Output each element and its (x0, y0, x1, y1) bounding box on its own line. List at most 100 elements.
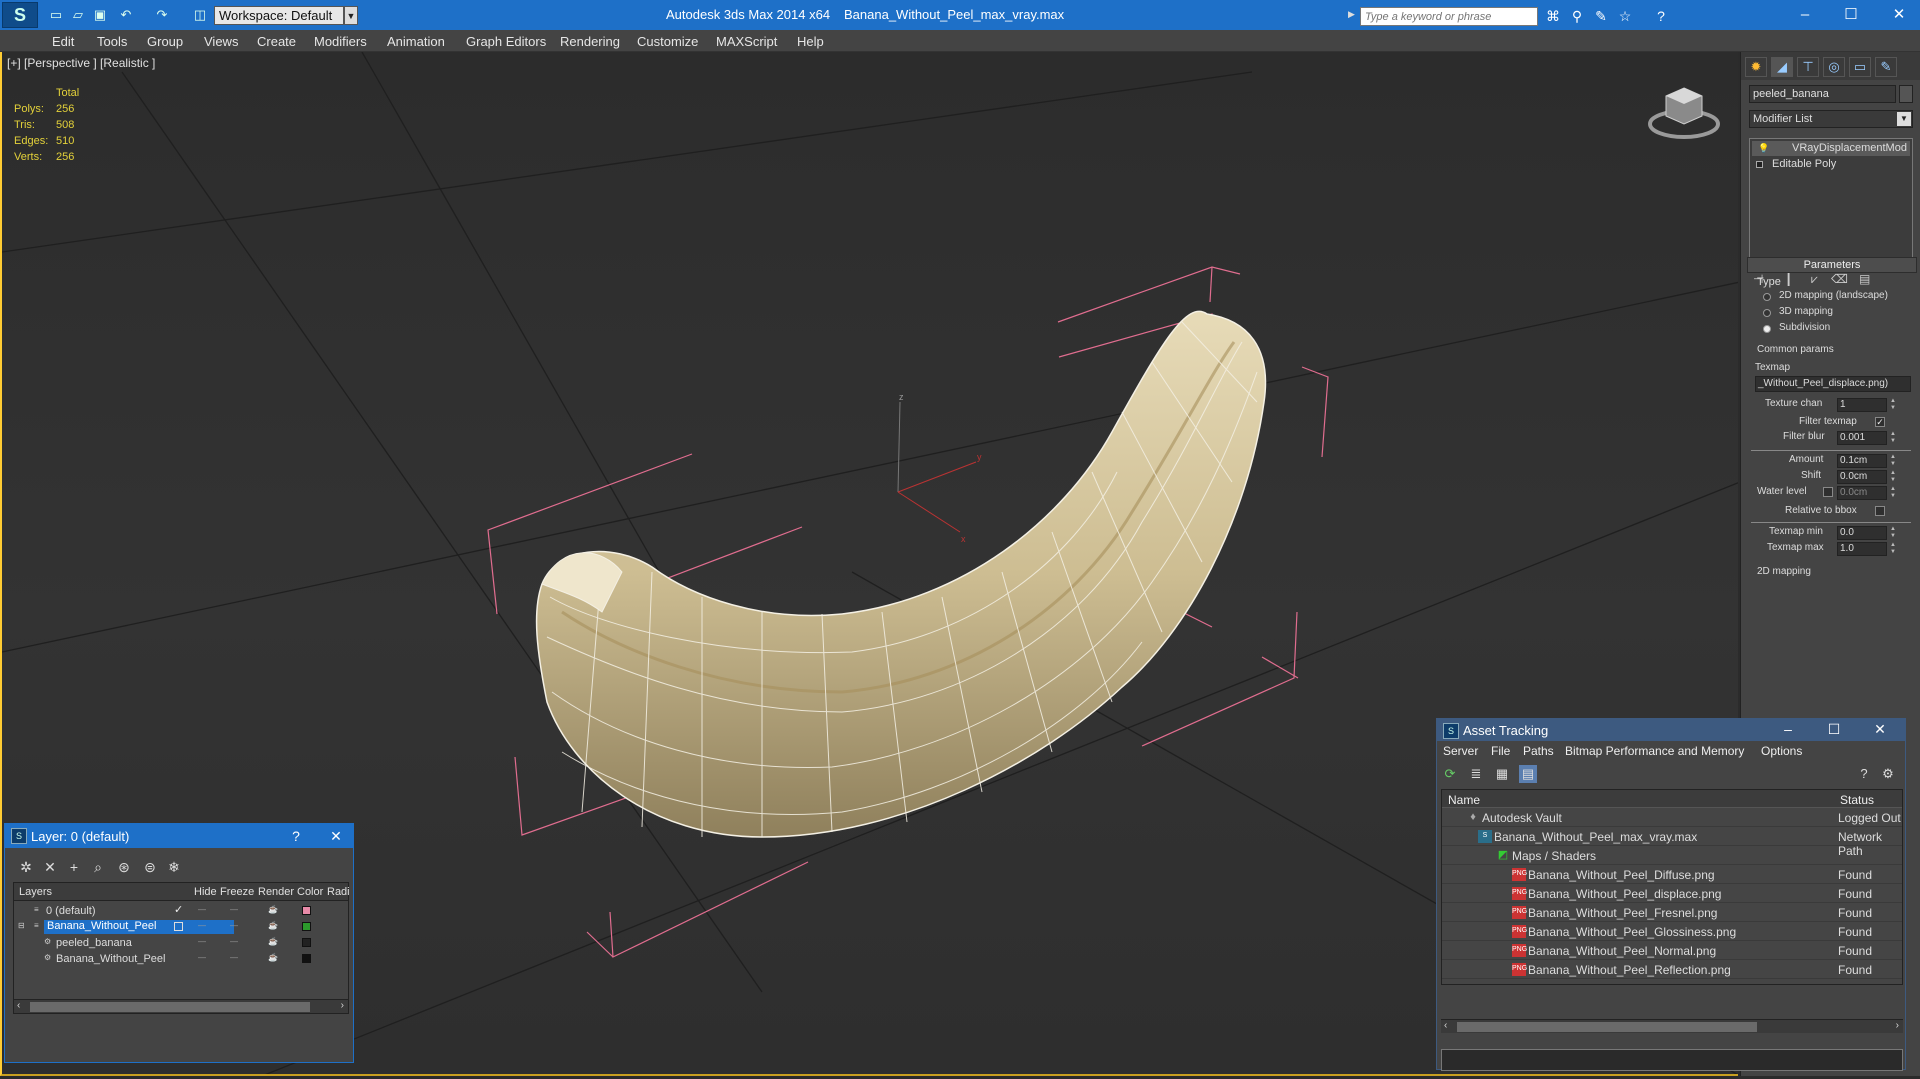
col-freeze[interactable]: Freeze (220, 886, 254, 898)
col-radiosity[interactable]: Radi (327, 886, 350, 898)
horizontal-scrollbar[interactable]: ‹ › (1441, 1019, 1903, 1033)
render-teapot-icon[interactable]: ☕ (268, 953, 278, 962)
scrollbar-thumb[interactable] (30, 1002, 310, 1012)
save-icon[interactable]: ▣ (92, 7, 108, 23)
display-icon[interactable]: ▭ (1849, 57, 1871, 77)
texmap-max-field[interactable]: 1.0 (1837, 542, 1887, 556)
layer-dialog-titlebar[interactable]: S Layer: 0 (default) ? ✕ (5, 824, 353, 848)
radio-3d-mapping[interactable] (1763, 309, 1771, 317)
favorites-icon[interactable]: ☆ (1616, 7, 1634, 25)
texmap-min-field[interactable]: 0.0 (1837, 526, 1887, 540)
col-render[interactable]: Render (258, 886, 294, 898)
create-icon[interactable]: ✹ (1745, 57, 1767, 77)
search-expand-icon[interactable]: ▶ (1348, 9, 1355, 20)
menu-maxscript[interactable]: MAXScript (716, 34, 777, 49)
menu-views[interactable]: Views (204, 34, 238, 49)
asset-row[interactable]: PNG Banana_Without_Peel_Fresnel.png Foun… (1442, 903, 1902, 922)
hide-toggle[interactable]: — (198, 937, 206, 946)
texmap-button[interactable]: _Without_Peel_displace.png) (1755, 376, 1911, 392)
configure-modifier-sets-icon[interactable]: ▤ (1859, 272, 1870, 286)
motion-icon[interactable]: ◎ (1823, 57, 1845, 77)
help-icon[interactable]: ? (1652, 7, 1670, 25)
help-icon[interactable]: ? (1855, 765, 1873, 783)
menu-server[interactable]: Server (1443, 744, 1478, 758)
settings-icon[interactable]: ⚙ (1879, 765, 1897, 783)
redo-icon[interactable]: ↷ (154, 7, 170, 23)
minimize-button[interactable]: – (1790, 4, 1820, 26)
open-file-icon[interactable]: ▱ (70, 7, 86, 23)
maximize-button[interactable]: ☐ (1836, 4, 1866, 26)
stack-item-editable-poly[interactable]: Editable Poly (1752, 157, 1910, 172)
menu-file[interactable]: File (1491, 744, 1510, 758)
close-button[interactable]: ✕ (325, 826, 347, 846)
peeled-banana-mesh[interactable] (535, 310, 1267, 838)
menu-help[interactable]: Help (797, 34, 824, 49)
asset-row[interactable]: PNG Banana_Without_Peel_displace.png Fou… (1442, 884, 1902, 903)
asset-row[interactable]: ◩ Maps / Shaders (1442, 846, 1902, 865)
amount-spinner[interactable]: ▲ ▼ (1889, 454, 1897, 468)
make-unique-icon[interactable]: ⩗ (1811, 272, 1818, 287)
menu-create[interactable]: Create (257, 34, 296, 49)
app-logo-icon[interactable]: S (2, 2, 38, 28)
asset-row[interactable]: PNG Banana_Without_Peel_Diffuse.png Foun… (1442, 865, 1902, 884)
asset-row[interactable]: PNG Banana_Without_Peel_Reflection.png F… (1442, 960, 1902, 979)
undo-icon[interactable]: ↶ (118, 7, 134, 23)
texmap-max-spinner[interactable]: ▲ ▼ (1889, 542, 1897, 556)
freeze-toggle[interactable]: — (230, 905, 238, 914)
scroll-left-icon[interactable]: ‹ (17, 1000, 20, 1011)
parameters-rollout[interactable]: Parameters (1747, 257, 1917, 273)
select-objects-icon[interactable]: ⌕ (89, 858, 107, 876)
detail-view-icon[interactable]: ▦ (1493, 765, 1511, 783)
object-color-swatch[interactable] (302, 954, 311, 963)
render-teapot-icon[interactable]: ☕ (268, 937, 278, 946)
current-layer-box[interactable] (174, 922, 183, 931)
menu-customize[interactable]: Customize (637, 34, 698, 49)
refresh-icon[interactable]: ⟳ (1441, 765, 1459, 783)
hide-toggle[interactable]: — (198, 921, 206, 930)
utilities-icon[interactable]: ✎ (1875, 57, 1897, 77)
viewport-label[interactable]: [+] [Perspective ] [Realistic ] (7, 56, 155, 70)
col-status[interactable]: Status (1840, 793, 1874, 807)
shift-spinner[interactable]: ▲ ▼ (1889, 470, 1897, 484)
hide-toggle[interactable]: — (198, 953, 206, 962)
menu-edit[interactable]: Edit (52, 34, 74, 49)
modifier-list-dropdown[interactable]: Modifier List ▼ (1749, 110, 1913, 128)
delete-layer-icon[interactable]: ✕ (41, 858, 59, 876)
radio-2d-mapping[interactable] (1763, 293, 1771, 301)
col-layers[interactable]: Layers (19, 886, 52, 898)
water-level-spinner[interactable]: ▲ ▼ (1889, 486, 1897, 500)
horizontal-scrollbar[interactable]: ‹ › (14, 999, 348, 1013)
close-button[interactable]: ✕ (1869, 719, 1891, 739)
menu-modifiers[interactable]: Modifiers (314, 34, 367, 49)
object-row[interactable]: ⚙ Banana_Without_Peel — — ☕ (14, 951, 348, 967)
communication-icon[interactable]: ✎ (1592, 7, 1610, 25)
freeze-all-layers-icon[interactable]: ❄ (165, 858, 183, 876)
asset-row[interactable]: PNG Banana_Without_Peel_Glossiness.png F… (1442, 922, 1902, 941)
search-icon[interactable]: ⚲ (1568, 7, 1586, 25)
texmap-min-spinner[interactable]: ▲ ▼ (1889, 526, 1897, 540)
col-color[interactable]: Color (297, 886, 323, 898)
scrollbar-thumb[interactable] (1457, 1022, 1757, 1032)
list-view-icon[interactable]: ≣ (1467, 765, 1485, 783)
minimize-button[interactable]: – (1777, 719, 1799, 739)
new-file-icon[interactable]: ▭ (48, 7, 64, 23)
help-button[interactable]: ? (285, 826, 307, 846)
hide-toggle[interactable]: — (198, 905, 206, 914)
amount-field[interactable]: 0.1cm (1837, 454, 1887, 468)
table-view-icon[interactable]: ▤ (1519, 765, 1537, 783)
search-input[interactable] (1360, 7, 1538, 26)
filter-blur-spinner[interactable]: ▲ ▼ (1889, 431, 1897, 445)
menu-group[interactable]: Group (147, 34, 183, 49)
project-folder-icon[interactable]: ◫ (192, 7, 208, 23)
create-layer-icon[interactable]: ✲ (17, 858, 35, 876)
asset-row[interactable]: ♦ Autodesk Vault Logged Out (1442, 808, 1902, 827)
asset-path-field[interactable] (1441, 1049, 1903, 1071)
layer-row[interactable]: ≡ 0 (default) ✓ — — ☕ (14, 903, 348, 919)
expand-icon[interactable] (1756, 161, 1763, 168)
hide-all-layers-icon[interactable]: ⊜ (141, 858, 159, 876)
texture-chan-field[interactable]: 1 (1837, 398, 1887, 412)
binoculars-icon[interactable]: ⌘ (1544, 7, 1562, 25)
show-end-result-icon[interactable]: ┃ (1785, 272, 1792, 286)
scroll-left-icon[interactable]: ‹ (1444, 1020, 1447, 1031)
texture-chan-spinner[interactable]: ▲ ▼ (1889, 398, 1897, 412)
